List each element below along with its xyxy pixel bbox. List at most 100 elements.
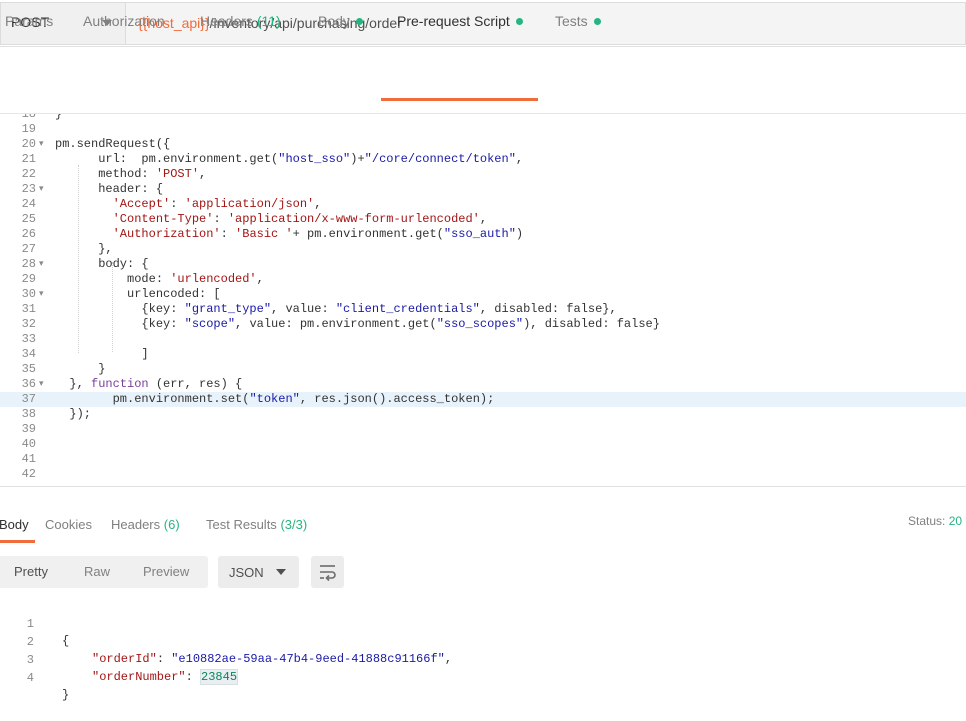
response-tab-body[interactable]: Body bbox=[0, 517, 29, 532]
response-tab-cookies[interactable]: Cookies bbox=[45, 517, 92, 532]
line-number: 27 bbox=[21, 242, 36, 256]
line-number: 20 bbox=[21, 137, 36, 151]
active-tab-indicator bbox=[381, 98, 538, 101]
fold-toggle-icon[interactable]: ▾ bbox=[39, 377, 44, 392]
json-key: "orderNumber" bbox=[92, 670, 186, 684]
response-line: 3 "orderNumber": 23845 bbox=[0, 635, 239, 685]
view-mode-label: Preview bbox=[143, 564, 190, 579]
line-number: 19 bbox=[21, 122, 36, 136]
line-number: 40 bbox=[21, 437, 36, 451]
tab-pre-request-script[interactable]: Pre-request Script bbox=[397, 13, 523, 29]
line-number: 30 bbox=[21, 287, 36, 301]
status-indicator: Status: 20 bbox=[908, 514, 962, 528]
script-editor[interactable]: 18} 19 20 ▾ pm.sendRequest({21 url: pm.envir… bbox=[0, 114, 966, 486]
status-dot-icon bbox=[355, 17, 363, 25]
code-line: 38 }); bbox=[0, 407, 966, 422]
tab-params[interactable]: Params bbox=[5, 13, 53, 29]
code-text: }, bbox=[55, 242, 113, 256]
line-number: 31 bbox=[21, 302, 36, 316]
code-text: header: { bbox=[55, 182, 164, 196]
code-line: 30 ▾ urlencoded: [ bbox=[0, 287, 966, 302]
json-value: 23845 bbox=[200, 669, 239, 685]
code-text: method: 'POST', bbox=[55, 167, 207, 181]
tab-headers[interactable]: Headers (11) bbox=[200, 13, 281, 29]
code-text: {key: "scope", value: pm.environment.get… bbox=[55, 317, 660, 331]
code-line: 18} bbox=[0, 114, 966, 122]
line-number: 41 bbox=[21, 452, 36, 466]
view-mode-pretty[interactable]: Pretty bbox=[14, 556, 48, 588]
code-line: 36 ▾ }, function (err, res) { bbox=[0, 377, 966, 392]
tab-body[interactable]: Body bbox=[318, 13, 363, 29]
fold-toggle-icon[interactable]: ▾ bbox=[39, 137, 44, 152]
format-label: JSON bbox=[229, 565, 264, 580]
code-text: ] bbox=[55, 347, 149, 361]
code-text: }, function (err, res) { bbox=[55, 377, 243, 391]
line-number: 24 bbox=[21, 197, 36, 211]
code-line: 39 bbox=[0, 422, 966, 437]
code-line: 21 url: pm.environment.get("host_sso")+"… bbox=[0, 152, 966, 167]
code-text: 'Content-Type': 'application/x-www-form-… bbox=[112, 212, 488, 226]
tab-count: (6) bbox=[163, 517, 180, 532]
response-line: 4 } bbox=[0, 653, 69, 702]
response-line: 2 "orderId": "e10882ae-59aa-47b4-9eed-41… bbox=[0, 617, 452, 666]
code-text: url: pm.environment.get("host_sso")+"/co… bbox=[55, 152, 524, 166]
tab-count: (3/3) bbox=[280, 517, 308, 532]
tab-authorization[interactable]: Authorization bbox=[83, 13, 165, 29]
tab-count: (11) bbox=[256, 13, 281, 29]
code-text: body: { bbox=[55, 257, 149, 271]
tab-label: Test Results bbox=[206, 517, 277, 532]
code-text: {key: "grant_type", value: "client_crede… bbox=[55, 302, 617, 316]
line-number: 22 bbox=[21, 167, 36, 181]
code-text: 'Accept': 'application/json', bbox=[112, 197, 322, 211]
code-line: 25 'Content-Type': 'application/x-www-fo… bbox=[0, 212, 966, 227]
line-number: 39 bbox=[21, 422, 36, 436]
code-line: 41 bbox=[0, 452, 966, 467]
code-line: 26 'Authorization': 'Basic '+ pm.environ… bbox=[0, 227, 966, 242]
response-body[interactable]: 1 { 2 "orderId": "e10882ae-59aa-47b4-9ee… bbox=[0, 598, 966, 702]
line-number: 38 bbox=[21, 407, 36, 421]
status-dot-icon bbox=[515, 17, 523, 25]
code-line: 27 }, bbox=[0, 242, 966, 257]
tab-label: Headers bbox=[200, 13, 253, 29]
json-brace: } bbox=[62, 688, 70, 702]
line-number: 35 bbox=[21, 362, 36, 376]
wrap-lines-button[interactable] bbox=[311, 556, 344, 588]
line-number: 28 bbox=[21, 257, 36, 271]
status-label: Status: bbox=[908, 514, 946, 528]
line-number: 32 bbox=[21, 317, 36, 331]
response-tab-test-results[interactable]: Test Results (3/3) bbox=[206, 517, 307, 532]
tab-label: Body bbox=[0, 517, 29, 532]
code-line: 40 bbox=[0, 437, 966, 452]
code-line: 33 bbox=[0, 332, 966, 347]
response-tab-headers[interactable]: Headers (6) bbox=[111, 517, 180, 532]
tab-tests[interactable]: Tests bbox=[555, 13, 601, 29]
code-line: 22 method: 'POST', bbox=[0, 167, 966, 182]
code-text: }); bbox=[55, 407, 92, 421]
code-text: urlencoded: [ bbox=[55, 287, 221, 301]
view-mode-preview[interactable]: Preview bbox=[143, 556, 189, 588]
fold-toggle-icon[interactable]: ▾ bbox=[39, 182, 44, 197]
fold-toggle-icon[interactable]: ▾ bbox=[39, 257, 44, 272]
line-number: 36 bbox=[21, 377, 36, 391]
tab-label: Headers bbox=[111, 517, 161, 532]
tab-label: Tests bbox=[555, 13, 588, 29]
code-line: 20 ▾ pm.sendRequest({ bbox=[0, 137, 966, 152]
fold-toggle-icon[interactable]: ▾ bbox=[39, 287, 44, 302]
chevron-down-icon[interactable] bbox=[276, 569, 286, 575]
view-mode-raw[interactable]: Raw bbox=[84, 556, 110, 588]
code-line: 29 mode: 'urlencoded', bbox=[0, 272, 966, 287]
line-number: 34 bbox=[21, 347, 36, 361]
line-number: 26 bbox=[21, 227, 36, 241]
line-number: 18 bbox=[21, 114, 36, 121]
line-number: 37 bbox=[21, 392, 36, 406]
code-text: } bbox=[55, 362, 106, 376]
code-line: 23 ▾ header: { bbox=[0, 182, 966, 197]
code-line: 24 'Accept': 'application/json', bbox=[0, 197, 966, 212]
tab-label: Params bbox=[5, 13, 54, 29]
code-line: 34 ] bbox=[0, 347, 966, 362]
line-number: 25 bbox=[21, 212, 36, 226]
tab-label: Authorization bbox=[83, 13, 165, 29]
view-mode-label: Pretty bbox=[14, 564, 48, 579]
line-number: 23 bbox=[21, 182, 36, 196]
code-line: 19 bbox=[0, 122, 966, 137]
